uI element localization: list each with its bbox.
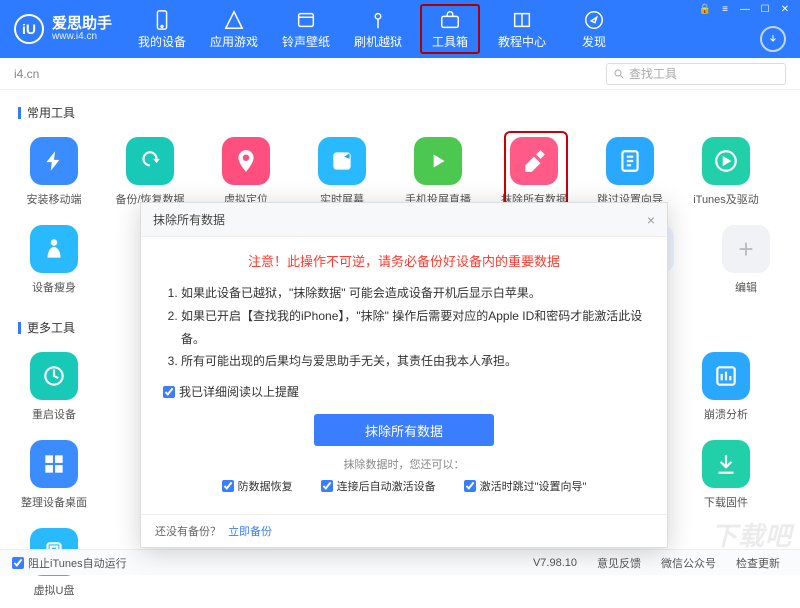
tool-edit[interactable]: +编辑 [698, 217, 794, 305]
maximize-icon[interactable]: ☐ [758, 4, 772, 15]
search-placeholder: 查找工具 [629, 65, 677, 82]
dialog-foot-text: 还没有备份？ [155, 526, 221, 538]
tool-crash-analysis[interactable]: 崩溃分析 [678, 344, 774, 432]
tool-device-slim[interactable]: 设备瘦身 [6, 217, 102, 305]
feedback-link[interactable]: 意见反馈 [597, 555, 641, 571]
dialog-item-3: 所有可能出现的后果均与爱思助手无关，其责任由我本人承担。 [181, 350, 645, 373]
ack-checkbox[interactable]: 我已详细阅读以上提醒 [163, 383, 645, 400]
backup-now-link[interactable]: 立即备份 [228, 526, 272, 538]
brand-name: 爱思助手 [52, 16, 112, 31]
search-input[interactable]: 查找工具 [606, 63, 786, 85]
subheader: i4.cn 查找工具 [0, 58, 800, 90]
tool-install-mobile[interactable]: 安装移动端 [6, 129, 102, 217]
nav-label: 发现 [582, 33, 606, 50]
window-controls: 🔒 ≡ — ☐ ✕ [698, 4, 792, 15]
breadcrumb: i4.cn [14, 67, 39, 81]
version-label: V7.98.10 [533, 557, 577, 569]
dialog-footer: 还没有备份？ 立即备份 [141, 514, 667, 547]
section-common-title: 常用工具 [0, 90, 800, 129]
nav-label: 我的设备 [138, 33, 186, 50]
opt-prevent-recovery[interactable]: 防数据恢复 [222, 478, 293, 494]
tool-arrange-desktop[interactable]: 整理设备桌面 [6, 432, 102, 520]
tool-itunes-driver[interactable]: iTunes及驱动 [678, 129, 774, 217]
nav-apps[interactable]: 应用游戏 [198, 0, 270, 58]
logo: iU 爱思助手 www.i4.cn [0, 14, 126, 44]
nav-label: 教程中心 [498, 33, 546, 50]
status-bar: 阻止iTunes自动运行 V7.98.10 意见反馈 微信公众号 检查更新 [0, 549, 800, 575]
erase-dialog: 抹除所有数据 × 注意！此操作不可逆，请务必备份好设备内的重要数据 如果此设备已… [140, 202, 668, 548]
nav-label: 铃声壁纸 [282, 33, 330, 50]
nav-discover[interactable]: 发现 [558, 0, 630, 58]
block-itunes-checkbox[interactable] [12, 557, 24, 569]
tool-restart[interactable]: 重启设备 [6, 344, 102, 432]
block-itunes-label: 阻止iTunes自动运行 [28, 555, 127, 571]
nav-label: 应用游戏 [210, 33, 258, 50]
dialog-item-2: 如果已开启【查找我的iPhone】，"抹除" 操作后需要对应的Apple ID和… [181, 305, 645, 351]
opt-skip-setup[interactable]: 激活时跳过"设置向导" [464, 478, 587, 494]
nav-label: 工具箱 [432, 33, 468, 50]
logo-icon: iU [14, 14, 44, 44]
minimize-icon[interactable]: — [738, 4, 752, 15]
dialog-close-icon[interactable]: × [647, 212, 655, 228]
dialog-list: 如果此设备已越狱，"抹除数据" 可能会造成设备开机后显示白苹果。 如果已开启【查… [181, 282, 645, 373]
lock-icon[interactable]: 🔒 [698, 4, 712, 15]
dialog-warning: 注意！此操作不可逆，请务必备份好设备内的重要数据 [163, 251, 645, 270]
ack-checkbox-input[interactable] [163, 386, 175, 398]
nav-flash[interactable]: 刷机越狱 [342, 0, 414, 58]
menu-icon[interactable]: ≡ [718, 4, 732, 15]
top-nav: 我的设备 应用游戏 铃声壁纸 刷机越狱 工具箱 教程中心 发现 [126, 0, 630, 58]
tool-download-firmware[interactable]: 下载固件 [678, 432, 774, 520]
close-icon[interactable]: ✕ [778, 4, 792, 15]
app-header: iU 爱思助手 www.i4.cn 我的设备 应用游戏 铃声壁纸 刷机越狱 工具… [0, 0, 800, 58]
dialog-item-1: 如果此设备已越狱，"抹除数据" 可能会造成设备开机后显示白苹果。 [181, 282, 645, 305]
wechat-link[interactable]: 微信公众号 [661, 555, 716, 571]
search-icon [613, 68, 625, 80]
nav-my-device[interactable]: 我的设备 [126, 0, 198, 58]
update-link[interactable]: 检查更新 [736, 555, 780, 571]
opt-auto-activate[interactable]: 连接后自动激活设备 [321, 478, 436, 494]
erase-confirm-button[interactable]: 抹除所有数据 [314, 414, 494, 446]
nav-label: 刷机越狱 [354, 33, 402, 50]
dialog-titlebar: 抹除所有数据 × [141, 203, 667, 237]
download-circle-icon[interactable] [760, 26, 786, 52]
nav-ringtone[interactable]: 铃声壁纸 [270, 0, 342, 58]
dialog-title: 抹除所有数据 [153, 211, 225, 228]
dialog-subhint: 抹除数据时，您还可以： [163, 456, 645, 472]
dialog-options: 防数据恢复 连接后自动激活设备 激活时跳过"设置向导" [163, 478, 645, 494]
brand-url: www.i4.cn [52, 31, 112, 42]
nav-toolbox[interactable]: 工具箱 [414, 0, 486, 58]
nav-tutorial[interactable]: 教程中心 [486, 0, 558, 58]
